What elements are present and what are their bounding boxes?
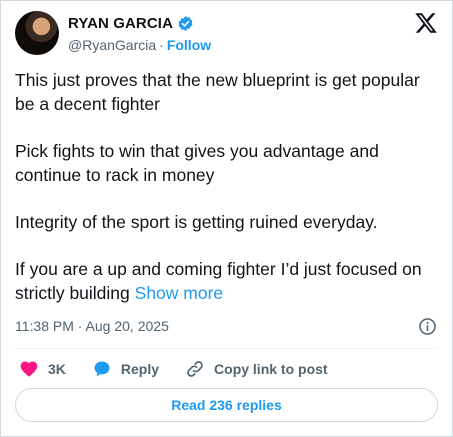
handle-separator: ·: [159, 37, 164, 53]
show-more-link[interactable]: Show more: [135, 283, 224, 303]
author-info: RYAN GARCIA @RyanGarcia · Follow: [68, 12, 211, 55]
tweet-timestamp[interactable]: 11:38 PM · Aug 20, 2025: [15, 318, 169, 334]
display-name-row: RYAN GARCIA: [68, 12, 211, 34]
x-logo-icon[interactable]: [414, 11, 438, 35]
tweet-paragraph-1: This just proves that the new blueprint …: [15, 70, 420, 114]
copy-link-label: Copy link to post: [214, 361, 328, 377]
like-count: 3K: [48, 361, 66, 377]
info-icon[interactable]: [418, 317, 437, 336]
like-button[interactable]: 3K: [19, 359, 66, 379]
tweet-text: This just proves that the new blueprint …: [15, 68, 443, 305]
reply-bubble-icon: [94, 361, 110, 377]
tweet-paragraph-2: Pick fights to win that gives you advant…: [15, 141, 379, 185]
tweet-header: RYAN GARCIA @RyanGarcia · Follow: [15, 11, 438, 59]
reply-button[interactable]: Reply: [92, 359, 159, 379]
author-display-name[interactable]: RYAN GARCIA: [68, 15, 173, 32]
link-icon: [187, 361, 203, 377]
tweet-paragraph-4: If you are a up and coming fighter I’d j…: [15, 257, 443, 305]
tweet-paragraph-3: Integrity of the sport is getting ruined…: [15, 212, 378, 232]
copy-link-button[interactable]: Copy link to post: [185, 359, 328, 379]
tweet-embed-card: RYAN GARCIA @RyanGarcia · Follow This ju…: [0, 0, 453, 437]
verified-badge-icon: [178, 15, 193, 31]
divider: [15, 348, 438, 349]
follow-button[interactable]: Follow: [167, 37, 211, 53]
avatar[interactable]: [15, 11, 59, 55]
action-bar: 3K Reply Copy link to post: [19, 358, 354, 380]
handle-row: @RyanGarcia · Follow: [68, 35, 211, 55]
read-replies-button[interactable]: Read 236 replies: [15, 388, 438, 422]
author-handle[interactable]: @RyanGarcia: [68, 37, 156, 53]
heart-icon: [20, 361, 38, 377]
reply-label: Reply: [120, 361, 160, 377]
